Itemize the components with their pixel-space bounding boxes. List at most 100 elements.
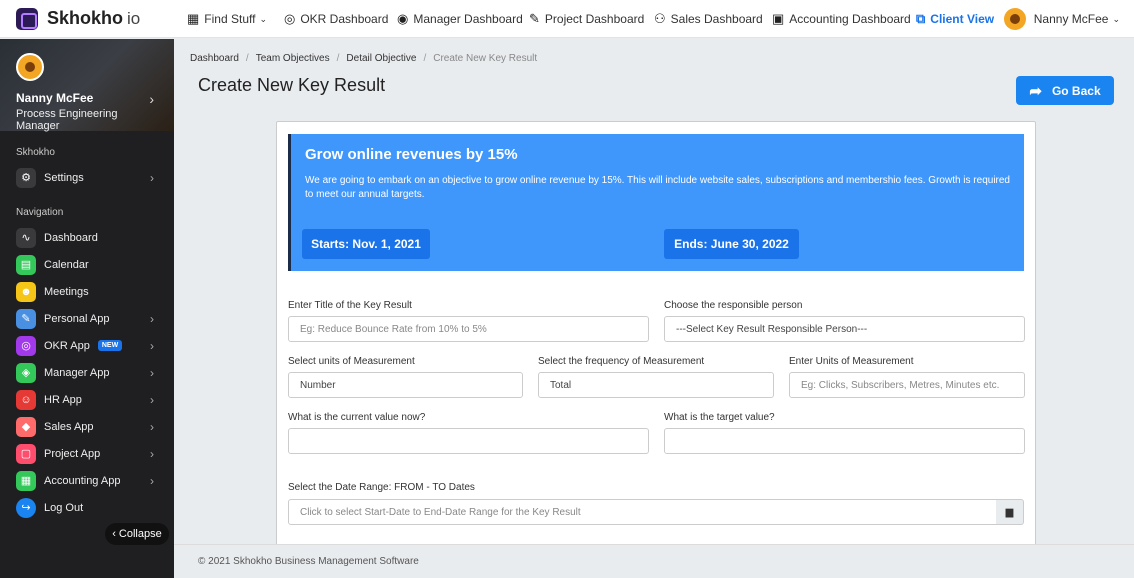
external-link-icon: ⧉ — [916, 11, 926, 26]
objective-summary: Grow online revenues by 15% We are going… — [288, 134, 1024, 271]
chevron-down-icon: ⌄ — [259, 13, 267, 24]
grid-icon: ▦ — [187, 11, 200, 26]
profile-role: Process Engineering Manager — [16, 108, 118, 132]
sidebar-item-manager-app[interactable]: ◈ Manager App › — [0, 359, 174, 386]
collapse-button[interactable]: ‹ Collapse — [105, 523, 169, 545]
nav-sales-dashboard[interactable]: ⚇ Sales Dashboard — [654, 11, 763, 27]
sidebar-item-okr-app[interactable]: ◎ OKR App NEW › — [0, 332, 174, 359]
sidebar-item-label: Personal App — [44, 312, 110, 325]
chevron-down-icon: ⌄ — [1112, 13, 1120, 24]
sidebar-item-project-app[interactable]: ▢ Project App › — [0, 440, 174, 467]
nav-client-view-label: Client View — [930, 12, 995, 26]
go-back-button[interactable]: ➦ Go Back — [1016, 76, 1114, 105]
breadcrumb-dashboard[interactable]: Dashboard — [190, 53, 239, 64]
pulse-icon: ∿ — [16, 227, 36, 248]
new-badge: NEW — [97, 340, 123, 351]
objective-description: We are going to embark on an objective t… — [305, 175, 1010, 200]
sidebar-item-sales-app[interactable]: ◆ Sales App › — [0, 413, 174, 440]
gear-icon: ⚙ — [16, 167, 36, 188]
notebook-icon: ✎ — [16, 308, 36, 329]
sidebar-item-logout[interactable]: ↪ Log Out — [0, 494, 174, 521]
sidebar-item-label: Meetings — [44, 285, 89, 298]
breadcrumb-current: Create New Key Result — [433, 53, 538, 64]
money-icon: ▣ — [772, 11, 785, 26]
tag-icon: ◆ — [16, 416, 36, 437]
enter-units-label: Enter Units of Measurement — [789, 356, 914, 367]
chevron-right-icon: › — [150, 170, 154, 185]
user-menu[interactable]: Nanny McFee ⌄ — [1003, 8, 1120, 30]
footer: © 2021 Skhokho Business Management Softw… — [174, 544, 1134, 578]
person-select[interactable]: ---Select Key Result Responsible Person-… — [664, 316, 1025, 342]
brand[interactable]: Skhokho io — [0, 0, 174, 38]
chevron-right-icon: › — [150, 473, 154, 488]
chevron-right-icon: › — [150, 392, 154, 407]
user-name: Nanny McFee — [1033, 12, 1109, 26]
sidebar-item-calendar[interactable]: ▤ Calendar — [0, 251, 174, 278]
sidebar-section-nav: Navigation — [16, 207, 64, 218]
sidebar-item-label: OKR App — [44, 339, 90, 352]
target-value-input[interactable] — [664, 428, 1025, 454]
breadcrumb-separator: / — [423, 53, 427, 64]
nav-client-view[interactable]: ⧉ Client View — [916, 11, 994, 27]
sidebar-item-label: Dashboard — [44, 231, 98, 244]
sidebar-item-label: Manager App — [44, 366, 110, 379]
nav-project-dashboard[interactable]: ✎ Project Dashboard — [529, 11, 644, 27]
sidebar-item-dashboard[interactable]: ∿ Dashboard — [0, 224, 174, 251]
nav-project-dashboard-label: Project Dashboard — [544, 12, 645, 26]
brand-name: Skhokho — [47, 8, 124, 28]
sidebar-item-label: Log Out — [44, 501, 84, 514]
breadcrumb: Dashboard / Team Objectives / Detail Obj… — [190, 53, 537, 64]
calendar-button[interactable]: ▆ — [996, 499, 1024, 525]
calendar-icon: ▤ — [16, 254, 36, 275]
brand-logo-icon — [16, 7, 38, 30]
breadcrumb-team-objectives[interactable]: Team Objectives — [256, 53, 330, 64]
enter-units-input[interactable]: Eg: Clicks, Subscribers, Metres, Minutes… — [789, 372, 1025, 398]
avatar — [1003, 8, 1026, 30]
title-input[interactable]: Eg: Reduce Bounce Rate from 10% to 5% — [288, 316, 649, 342]
sidebar-item-label: Project App — [44, 447, 101, 460]
project-icon: ▢ — [16, 443, 36, 464]
edit-icon: ✎ — [529, 11, 540, 26]
current-value-input[interactable] — [288, 428, 649, 454]
sidebar-section-app: Skhokho — [16, 147, 55, 158]
title-label: Enter Title of the Key Result — [288, 300, 412, 311]
breadcrumb-separator: / — [336, 53, 340, 64]
sidebar-item-accounting-app[interactable]: ▦ Accounting App › — [0, 467, 174, 494]
frequency-label: Select the frequency of Measurement — [538, 356, 705, 367]
units-select[interactable]: Number — [288, 372, 523, 398]
nav-find-stuff[interactable]: ▦ Find Stuff ⌄ — [187, 11, 267, 27]
share-arrow-icon: ➦ — [1029, 82, 1042, 100]
calendar-icon: ▆ — [1005, 506, 1014, 518]
sidebar-nav-list: ∿ Dashboard ▤ Calendar ☻ Meetings ✎ Pers… — [0, 224, 174, 521]
sidebar-profile[interactable]: Nanny McFee Process Engineering Manager … — [0, 39, 174, 132]
target-icon: ◎ — [16, 335, 36, 356]
sidebar-item-label: Settings — [44, 171, 84, 184]
chevron-right-icon: › — [150, 365, 154, 380]
frequency-select[interactable]: Total — [538, 372, 774, 398]
collapse-label: Collapse — [118, 528, 162, 540]
nav-accounting-dashboard-label: Accounting Dashboard — [789, 12, 911, 26]
sidebar-item-label: Sales App — [44, 420, 94, 433]
date-range-label: Select the Date Range: FROM - TO Dates — [288, 482, 475, 493]
chevron-right-icon: › — [150, 311, 154, 326]
chevron-right-icon: › — [149, 91, 154, 107]
sidebar-item-meetings[interactable]: ☻ Meetings — [0, 278, 174, 305]
layers-icon: ◈ — [16, 362, 36, 383]
sidebar-item-settings[interactable]: ⚙ Settings › — [0, 164, 174, 191]
nav-okr-dashboard[interactable]: ◎ OKR Dashboard — [284, 11, 388, 27]
people-icon: ☻ — [16, 281, 36, 302]
date-range-input[interactable]: Click to select Start-Date to End-Date R… — [288, 499, 997, 525]
target-icon: ◎ — [284, 11, 296, 26]
chevron-right-icon: › — [150, 419, 154, 434]
sidebar-item-label: Calendar — [44, 258, 89, 271]
units-label: Select units of Measurement — [288, 356, 415, 367]
sidebar-item-hr-app[interactable]: ☺ HR App › — [0, 386, 174, 413]
nav-manager-dashboard[interactable]: ◉ Manager Dashboard — [397, 11, 523, 27]
nav-accounting-dashboard[interactable]: ▣ Accounting Dashboard — [772, 11, 911, 27]
user-circle-icon: ◉ — [397, 11, 409, 26]
page-title: Create New Key Result — [198, 75, 386, 95]
profile-name: Nanny McFee — [16, 91, 94, 105]
breadcrumb-separator: / — [245, 53, 249, 64]
breadcrumb-detail-objective[interactable]: Detail Objective — [346, 53, 416, 64]
sidebar-item-personal-app[interactable]: ✎ Personal App › — [0, 305, 174, 332]
